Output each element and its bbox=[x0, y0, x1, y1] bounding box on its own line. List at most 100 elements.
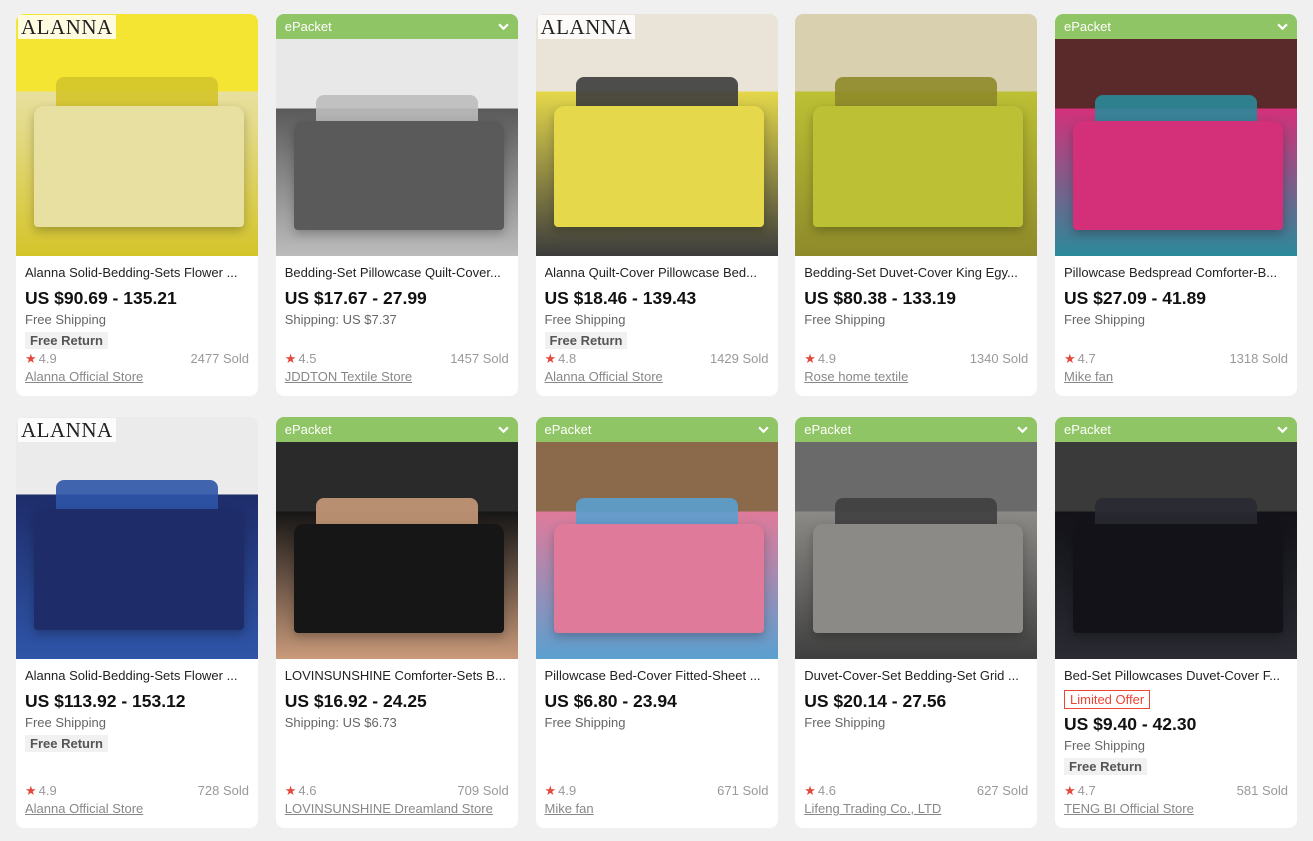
product-price: US $17.67 - 27.99 bbox=[284, 288, 427, 308]
chevron-down-icon[interactable] bbox=[1277, 417, 1288, 442]
epacket-banner[interactable]: ePacket bbox=[1055, 14, 1297, 39]
product-card[interactable]: ALANNA Alanna Solid-Bedding-Sets Flower .… bbox=[16, 14, 258, 396]
rating-row: ★ 4.5 1457 Sold bbox=[285, 351, 509, 367]
store-link[interactable]: TENG BI Official Store bbox=[1064, 801, 1194, 817]
card-footer: ★ 4.9 2477 Sold Alanna Official Store bbox=[25, 351, 249, 386]
product-info: Alanna Solid-Bedding-Sets Flower ... US $… bbox=[16, 256, 258, 396]
product-title[interactable]: Alanna Solid-Bedding-Sets Flower ... bbox=[25, 265, 249, 281]
product-image[interactable]: ePacket bbox=[1055, 417, 1297, 659]
sold-count: 1340 Sold bbox=[969, 351, 1029, 366]
brand-logo-tag: ALANNA bbox=[18, 15, 116, 39]
product-price: US $113.92 - 153.12 bbox=[25, 691, 186, 711]
epacket-label: ePacket bbox=[804, 422, 852, 437]
store-link[interactable]: Mike fan bbox=[545, 801, 594, 817]
rating-value: 4.5 bbox=[298, 351, 317, 366]
store-link[interactable]: Alanna Official Store bbox=[25, 369, 143, 385]
product-title[interactable]: Duvet-Cover-Set Bedding-Set Grid ... bbox=[804, 668, 1028, 684]
product-image[interactable]: ePacket bbox=[535, 417, 778, 659]
store-link[interactable]: LOVINSUNSHINE Dreamland Store bbox=[285, 801, 493, 817]
product-card[interactable]: ALANNA Alanna Solid-Bedding-Sets Flower .… bbox=[16, 417, 258, 828]
store-link[interactable]: Alanna Official Store bbox=[25, 801, 143, 817]
product-info: Bed-Set Pillowcases Duvet-Cover F... Limi… bbox=[1055, 659, 1297, 828]
bed-shape bbox=[293, 121, 504, 230]
bed-shape bbox=[1073, 121, 1283, 230]
product-photo bbox=[16, 417, 258, 659]
sold-count: 1457 Sold bbox=[450, 351, 509, 366]
product-grid: ALANNA Alanna Solid-Bedding-Sets Flower .… bbox=[16, 14, 1297, 828]
star-icon: ★ bbox=[284, 783, 297, 798]
rating-row: ★ 4.6 627 Sold bbox=[804, 783, 1028, 799]
product-card[interactable]: ePacket Bed-Set Pillowcases Duvet-Cover F… bbox=[1055, 417, 1297, 828]
bed-shape bbox=[813, 105, 1024, 227]
star-icon: ★ bbox=[1064, 783, 1076, 798]
rating-row: ★ 4.9 1340 Sold bbox=[804, 351, 1028, 367]
product-title[interactable]: Pillowcase Bedspread Comforter-B... bbox=[1064, 265, 1288, 281]
product-price: US $20.14 - 27.56 bbox=[804, 691, 947, 711]
shipping-info: Free Shipping bbox=[1064, 738, 1145, 753]
chevron-down-icon[interactable] bbox=[498, 417, 509, 442]
product-photo bbox=[275, 442, 518, 659]
product-title[interactable]: LOVINSUNSHINE Comforter-Sets B... bbox=[285, 668, 509, 684]
product-title[interactable]: Bedding-Set Duvet-Cover King Egy... bbox=[804, 265, 1028, 281]
chevron-down-icon[interactable] bbox=[1277, 14, 1288, 39]
bed-shape bbox=[293, 524, 504, 633]
product-image[interactable]: ePacket bbox=[275, 14, 518, 256]
product-image[interactable]: ALANNA bbox=[535, 14, 778, 256]
star-icon: ★ bbox=[25, 783, 37, 798]
rating: ★ 4.6 bbox=[804, 783, 836, 799]
product-title[interactable]: Alanna Solid-Bedding-Sets Flower ... bbox=[25, 668, 249, 684]
product-image[interactable] bbox=[795, 14, 1038, 256]
store-link[interactable]: Rose home textile bbox=[804, 369, 908, 385]
star-icon: ★ bbox=[25, 351, 37, 366]
rating: ★ 4.5 bbox=[285, 351, 317, 367]
product-title[interactable]: Alanna Quilt-Cover Pillowcase Bed... bbox=[545, 265, 769, 281]
star-icon: ★ bbox=[544, 783, 557, 798]
store-link[interactable]: Alanna Official Store bbox=[545, 369, 663, 385]
product-title[interactable]: Bed-Set Pillowcases Duvet-Cover F... bbox=[1064, 668, 1288, 684]
rating-row: ★ 4.9 728 Sold bbox=[25, 783, 249, 799]
product-card[interactable]: Bedding-Set Duvet-Cover King Egy... US $8… bbox=[795, 14, 1038, 396]
epacket-banner[interactable]: ePacket bbox=[1055, 417, 1297, 442]
product-photo bbox=[535, 442, 778, 659]
chevron-down-icon[interactable] bbox=[757, 417, 769, 442]
product-title[interactable]: Pillowcase Bed-Cover Fitted-Sheet ... bbox=[545, 668, 769, 684]
rating: ★ 4.9 bbox=[804, 351, 836, 367]
product-card[interactable]: ePacket Pillowcase Bedspread Comforter-B.… bbox=[1055, 14, 1297, 396]
card-footer: ★ 4.6 709 Sold LOVINSUNSHINE Dreamland Stor… bbox=[285, 783, 509, 818]
product-card[interactable]: ePacket Duvet-Cover-Set Bedding-Set Grid … bbox=[795, 417, 1038, 828]
store-link[interactable]: Mike fan bbox=[1064, 369, 1113, 385]
rating-value: 4.6 bbox=[298, 783, 317, 798]
epacket-banner[interactable]: ePacket bbox=[535, 417, 778, 442]
product-image[interactable]: ALANNA bbox=[16, 417, 258, 659]
store-link[interactable]: JDDTON Textile Store bbox=[285, 369, 412, 385]
epacket-banner[interactable]: ePacket bbox=[275, 417, 518, 442]
epacket-banner[interactable]: ePacket bbox=[795, 417, 1038, 442]
card-footer: ★ 4.6 627 Sold Lifeng Trading Co., LTD bbox=[804, 783, 1028, 818]
product-image[interactable]: ePacket bbox=[1055, 14, 1297, 256]
product-card[interactable]: ePacket Pillowcase Bed-Cover Fitted-Sheet… bbox=[535, 417, 778, 828]
product-info: Alanna Quilt-Cover Pillowcase Bed... US $… bbox=[536, 256, 778, 396]
sold-count: 709 Sold bbox=[457, 783, 509, 798]
rating-value: 4.6 bbox=[817, 783, 836, 798]
product-title[interactable]: Bedding-Set Pillowcase Quilt-Cover... bbox=[285, 265, 509, 281]
card-footer: ★ 4.9 671 Sold Mike fan bbox=[545, 783, 769, 818]
rating-row: ★ 4.9 2477 Sold bbox=[25, 351, 249, 367]
product-image[interactable]: ePacket bbox=[795, 417, 1038, 659]
star-icon: ★ bbox=[544, 351, 557, 366]
product-image[interactable]: ePacket bbox=[275, 417, 518, 659]
rating: ★ 4.7 bbox=[1064, 351, 1096, 367]
chevron-down-icon[interactable] bbox=[1017, 417, 1028, 442]
product-info: Pillowcase Bed-Cover Fitted-Sheet ... US … bbox=[536, 659, 778, 828]
product-card[interactable]: ePacket Bedding-Set Pillowcase Quilt-Cove… bbox=[275, 14, 518, 396]
product-image[interactable]: ALANNA bbox=[16, 14, 258, 256]
shipping-info: Free Shipping bbox=[804, 715, 886, 730]
store-link[interactable]: Lifeng Trading Co., LTD bbox=[804, 801, 941, 817]
chevron-down-icon[interactable] bbox=[498, 14, 509, 39]
epacket-banner[interactable]: ePacket bbox=[275, 14, 518, 39]
brand-logo-tag: ALANNA bbox=[537, 15, 636, 39]
product-card[interactable]: ePacket LOVINSUNSHINE Comforter-Sets B...… bbox=[275, 417, 518, 828]
rating-row: ★ 4.8 1429 Sold bbox=[545, 351, 769, 367]
sold-count: 627 Sold bbox=[976, 783, 1029, 798]
product-card[interactable]: ALANNA Alanna Quilt-Cover Pillowcase Bed.… bbox=[535, 14, 778, 396]
bed-shape bbox=[553, 105, 764, 227]
